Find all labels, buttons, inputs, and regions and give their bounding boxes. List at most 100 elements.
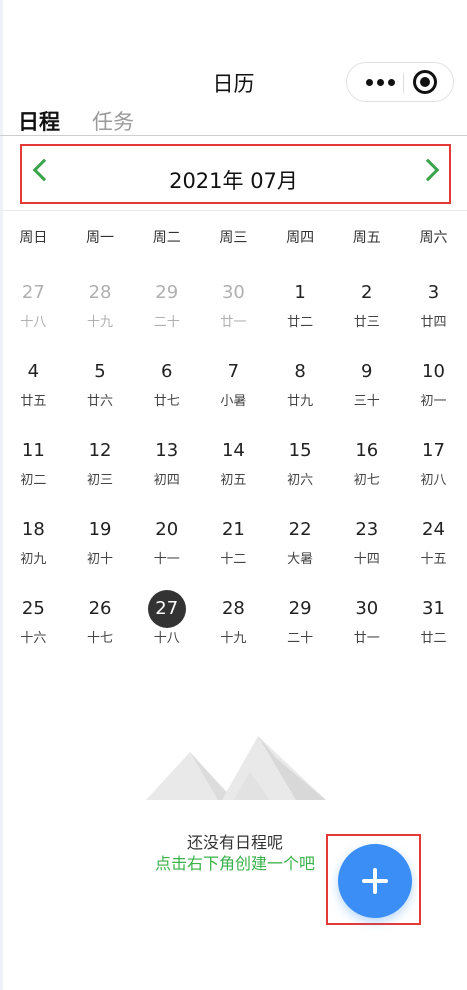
more-dots-icon[interactable] xyxy=(359,63,401,101)
calendar-day[interactable]: 11 初二 xyxy=(0,438,67,517)
day-number: 10 xyxy=(422,361,445,382)
calendar-day[interactable]: 28 十九 xyxy=(200,596,267,675)
target-circle-icon[interactable] xyxy=(413,70,437,94)
calendar-day[interactable]: 2 廿三 xyxy=(333,280,400,359)
day-number: 28 xyxy=(221,598,245,619)
calendar-day[interactable]: 26 十七 xyxy=(67,596,134,675)
calendar-day[interactable]: 15 初六 xyxy=(267,438,334,517)
day-number: 14 xyxy=(221,440,245,461)
calendar-day[interactable]: 18 初九 xyxy=(0,517,67,596)
day-number: 30 xyxy=(221,282,245,303)
lunar-date: 三十 xyxy=(353,394,380,409)
calendar-week-row: 25 十六 26 十七 27 十八 28 十九 29 二十 30 廿一 31 廿二 xyxy=(0,590,467,675)
lunar-date: 十四 xyxy=(353,552,380,567)
lunar-date: 初三 xyxy=(87,473,114,488)
lunar-date: 十八 xyxy=(153,631,180,646)
lunar-date: 廿三 xyxy=(353,315,380,330)
month-divider xyxy=(0,210,467,211)
lunar-date: 廿六 xyxy=(87,394,114,409)
month-navigator: 2021年 07月 xyxy=(0,140,467,212)
calendar-day[interactable]: 16 初七 xyxy=(333,438,400,517)
day-number: 28 xyxy=(88,282,112,303)
calendar-day[interactable]: 30 廿一 xyxy=(200,280,267,359)
calendar-day[interactable]: 23 十四 xyxy=(333,517,400,596)
day-number: 29 xyxy=(288,598,312,619)
calendar-week-row: 18 初九 19 初十 20 十一 21 十二 22 大暑 23 十四 24 十五 xyxy=(0,517,467,596)
lunar-date: 十一 xyxy=(153,552,180,567)
calendar-day[interactable]: 31 廿二 xyxy=(400,596,467,675)
calendar-day[interactable]: 7 小暑 xyxy=(200,359,267,438)
calendar-day[interactable]: 14 初五 xyxy=(200,438,267,517)
lunar-date: 初五 xyxy=(220,473,247,488)
lunar-date: 大暑 xyxy=(287,552,314,567)
calendar-day[interactable]: 8 廿九 xyxy=(267,359,334,438)
lunar-date: 二十 xyxy=(287,631,314,646)
calendar-day[interactable]: 1 廿二 xyxy=(267,280,334,359)
lunar-date: 十六 xyxy=(20,631,47,646)
lunar-date: 廿七 xyxy=(153,394,180,409)
day-number: 13 xyxy=(155,440,179,461)
day-number: 15 xyxy=(288,440,312,461)
tabs-divider xyxy=(0,135,467,136)
lunar-date: 廿一 xyxy=(353,631,380,646)
calendar-day[interactable]: 10 初一 xyxy=(400,359,467,438)
lunar-date: 二十 xyxy=(153,315,180,330)
miniprogram-capsule xyxy=(346,62,454,102)
lunar-date: 廿二 xyxy=(287,315,314,330)
calendar-grid: 27 十八 28 十九 29 二十 30 廿一 1 廿二 2 廿三 3 廿四 4 廿五 5 廿六 6 廿七 7 小暑 8 廿九… xyxy=(0,280,467,675)
calendar-week-row: 4 廿五 5 廿六 6 廿七 7 小暑 8 廿九 9 三十 10 初一 xyxy=(0,359,467,438)
lunar-date: 初一 xyxy=(420,394,447,409)
calendar-day[interactable]: 30 廿一 xyxy=(333,596,400,675)
lunar-date: 廿一 xyxy=(220,315,247,330)
calendar-day[interactable]: 20 十一 xyxy=(133,517,200,596)
weekday-header: 周日 周一 周二 周三 周四 周五 周六 xyxy=(0,227,467,249)
day-number: 25 xyxy=(21,598,45,619)
calendar-day[interactable]: 19 初十 xyxy=(67,517,134,596)
lunar-date: 初九 xyxy=(20,552,47,567)
day-number: 17 xyxy=(422,440,445,461)
lunar-date: 初十 xyxy=(87,552,114,567)
calendar-day[interactable]: 3 廿四 xyxy=(400,280,467,359)
calendar-day[interactable]: 29 二十 xyxy=(133,280,200,359)
title-bar: 日历 xyxy=(0,52,467,112)
calendar-day[interactable]: 29 二十 xyxy=(267,596,334,675)
lunar-date: 十二 xyxy=(220,552,247,567)
calendar-day[interactable]: 12 初三 xyxy=(67,438,134,517)
calendar-day[interactable]: 6 廿七 xyxy=(133,359,200,438)
calendar-day[interactable]: 9 三十 xyxy=(333,359,400,438)
tab-tasks[interactable]: 任务 xyxy=(92,106,134,136)
tab-schedule[interactable]: 日程 xyxy=(18,106,60,136)
day-number: 11 xyxy=(21,440,45,461)
calendar-day-today[interactable]: 27 十八 xyxy=(133,590,200,675)
calendar-day[interactable]: 24 十五 xyxy=(400,517,467,596)
lunar-date: 廿二 xyxy=(420,631,447,646)
lunar-date: 廿五 xyxy=(20,394,47,409)
lunar-date: 小暑 xyxy=(220,394,247,409)
calendar-day[interactable]: 27 十八 xyxy=(0,280,67,359)
day-number: 24 xyxy=(422,519,445,540)
add-schedule-button[interactable] xyxy=(338,844,412,918)
day-number: 20 xyxy=(155,519,179,540)
lunar-date: 初六 xyxy=(287,473,314,488)
day-number: 8 xyxy=(294,361,306,382)
calendar-day[interactable]: 13 初四 xyxy=(133,438,200,517)
calendar-day[interactable]: 28 十九 xyxy=(67,280,134,359)
day-number: 9 xyxy=(361,361,373,382)
calendar-day[interactable]: 17 初八 xyxy=(400,438,467,517)
lunar-date: 廿九 xyxy=(287,394,314,409)
calendar-day[interactable]: 4 廿五 xyxy=(0,359,67,438)
day-number: 27 xyxy=(147,590,186,628)
day-number: 1 xyxy=(294,282,306,303)
weekday-label: 周一 xyxy=(86,230,115,246)
weekday-label: 周五 xyxy=(352,230,381,246)
calendar-day[interactable]: 22 大暑 xyxy=(267,517,334,596)
lunar-date: 初八 xyxy=(420,473,447,488)
calendar-week-row: 27 十八 28 十九 29 二十 30 廿一 1 廿二 2 廿三 3 廿四 xyxy=(0,280,467,359)
calendar-day[interactable]: 21 十二 xyxy=(200,517,267,596)
weekday-label: 周日 xyxy=(19,230,48,246)
day-number: 4 xyxy=(27,361,40,382)
day-number: 7 xyxy=(227,361,240,382)
calendar-week-row: 11 初二 12 初三 13 初四 14 初五 15 初六 16 初七 17 初八 xyxy=(0,438,467,517)
calendar-day[interactable]: 25 十六 xyxy=(0,596,67,675)
calendar-day[interactable]: 5 廿六 xyxy=(67,359,134,438)
